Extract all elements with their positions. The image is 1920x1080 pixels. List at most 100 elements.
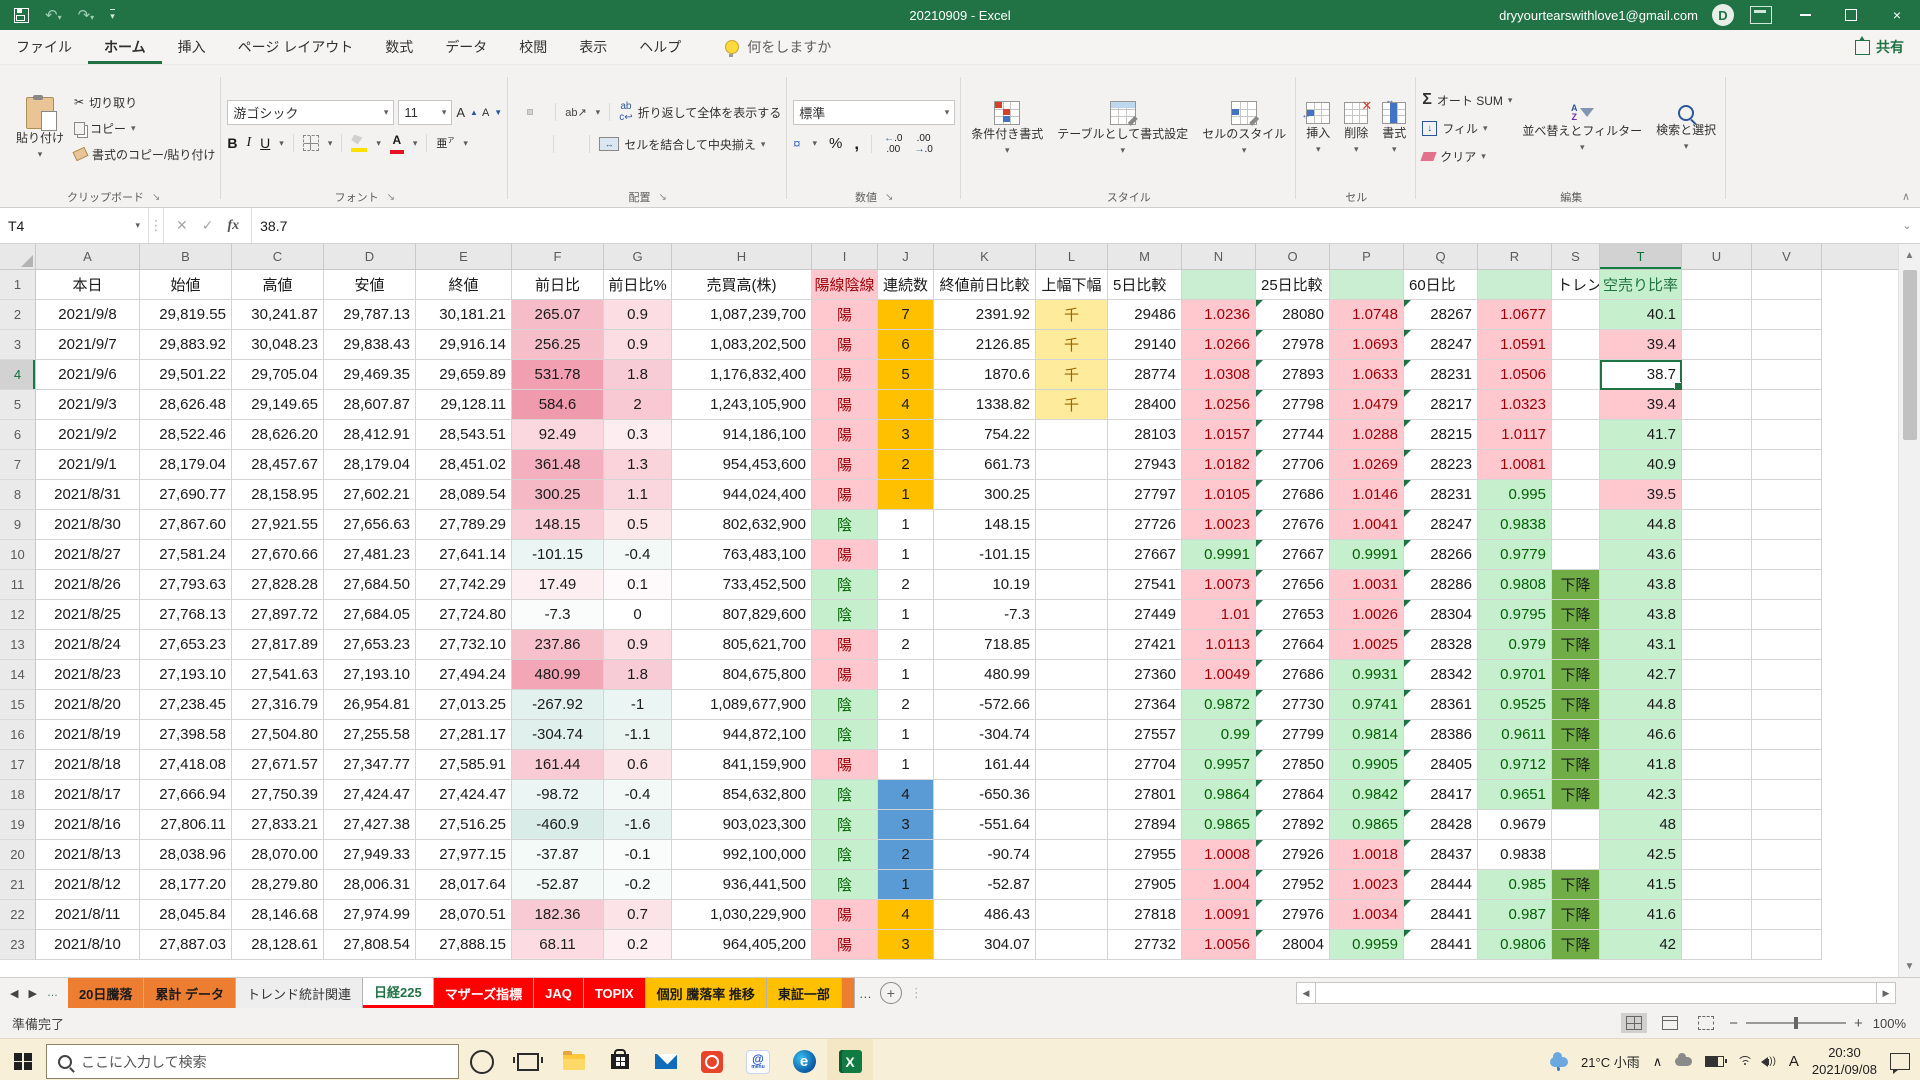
cell-M21[interactable]: 27905 xyxy=(1108,870,1182,900)
cell-E6[interactable]: 28,543.51 xyxy=(416,420,512,450)
cell-R9[interactable]: 0.9838 xyxy=(1478,510,1552,540)
tabbar-splitter[interactable]: ⋮ xyxy=(910,985,923,1001)
close-button[interactable]: × xyxy=(1874,0,1920,30)
row-header-17[interactable]: 17 xyxy=(0,750,36,780)
cell-S5[interactable] xyxy=(1552,390,1600,420)
cell-K13[interactable]: 718.85 xyxy=(934,630,1036,660)
cell-K20[interactable]: -90.74 xyxy=(934,840,1036,870)
cell-C10[interactable]: 27,670.66 xyxy=(232,540,324,570)
cell-J7[interactable]: 2 xyxy=(878,450,934,480)
cell-J5[interactable]: 4 xyxy=(878,390,934,420)
cell-P3[interactable]: 1.0693 xyxy=(1330,330,1404,360)
column-header-Q[interactable]: Q xyxy=(1404,244,1478,270)
find-select-button[interactable]: 検索と選択▾ xyxy=(1652,69,1720,187)
cell-G23[interactable]: 0.2 xyxy=(604,930,672,960)
cell-U17[interactable] xyxy=(1682,750,1752,780)
cell-P11[interactable]: 1.0031 xyxy=(1330,570,1404,600)
cell-V7[interactable] xyxy=(1752,450,1822,480)
cell-I2[interactable]: 陽 xyxy=(812,300,878,330)
cell-R11[interactable]: 0.9808 xyxy=(1478,570,1552,600)
cell-H11[interactable]: 733,452,500 xyxy=(672,570,812,600)
cell-J2[interactable]: 7 xyxy=(878,300,934,330)
cell-N12[interactable]: 1.01 xyxy=(1182,600,1256,630)
scroll-down-icon[interactable]: ▼ xyxy=(1899,955,1920,977)
cell-B2[interactable]: 29,819.55 xyxy=(140,300,232,330)
cell-R7[interactable]: 1.0081 xyxy=(1478,450,1552,480)
battery-icon[interactable] xyxy=(1705,1056,1724,1067)
cell-T8[interactable]: 39.5 xyxy=(1600,480,1682,510)
cell-D20[interactable]: 27,949.33 xyxy=(324,840,416,870)
cell-M2[interactable]: 29486 xyxy=(1108,300,1182,330)
cell-O5[interactable]: 27798 xyxy=(1256,390,1330,420)
cell-D10[interactable]: 27,481.23 xyxy=(324,540,416,570)
cell-N4[interactable]: 1.0308 xyxy=(1182,360,1256,390)
cell-B11[interactable]: 27,793.63 xyxy=(140,570,232,600)
cell-Q4[interactable]: 28231 xyxy=(1404,360,1478,390)
row-header-4[interactable]: 4 xyxy=(0,360,36,390)
cell-J1[interactable]: 連続数 xyxy=(878,270,934,300)
cell-C7[interactable]: 28,457.67 xyxy=(232,450,324,480)
cell-M13[interactable]: 27421 xyxy=(1108,630,1182,660)
cell-I8[interactable]: 陽 xyxy=(812,480,878,510)
cell-L15[interactable] xyxy=(1036,690,1108,720)
cell-U1[interactable] xyxy=(1682,270,1752,300)
cell-Q12[interactable]: 28304 xyxy=(1404,600,1478,630)
cell-K12[interactable]: -7.3 xyxy=(934,600,1036,630)
cell-F4[interactable]: 531.78 xyxy=(512,360,604,390)
cell-K11[interactable]: 10.19 xyxy=(934,570,1036,600)
cell-F8[interactable]: 300.25 xyxy=(512,480,604,510)
cell-Q9[interactable]: 28247 xyxy=(1404,510,1478,540)
cell-F12[interactable]: -7.3 xyxy=(512,600,604,630)
column-header-E[interactable]: E xyxy=(416,244,512,270)
cell-D22[interactable]: 27,974.99 xyxy=(324,900,416,930)
cell-T3[interactable]: 39.4 xyxy=(1600,330,1682,360)
column-header-F[interactable]: F xyxy=(512,244,604,270)
cell-F2[interactable]: 265.07 xyxy=(512,300,604,330)
cell-B1[interactable]: 始値 xyxy=(140,270,232,300)
cell-Q14[interactable]: 28342 xyxy=(1404,660,1478,690)
column-header-A[interactable]: A xyxy=(36,244,140,270)
cell-G5[interactable]: 2 xyxy=(604,390,672,420)
row-header-5[interactable]: 5 xyxy=(0,390,36,420)
cell-O23[interactable]: 28004 xyxy=(1256,930,1330,960)
cell-R15[interactable]: 0.9525 xyxy=(1478,690,1552,720)
cell-M12[interactable]: 27449 xyxy=(1108,600,1182,630)
row-header-2[interactable]: 2 xyxy=(0,300,36,330)
cell-E15[interactable]: 27,013.25 xyxy=(416,690,512,720)
cell-D17[interactable]: 27,347.77 xyxy=(324,750,416,780)
menu-tab-6[interactable]: 校閲 xyxy=(503,30,563,64)
cell-S15[interactable]: 下降 xyxy=(1552,690,1600,720)
cell-N8[interactable]: 1.0105 xyxy=(1182,480,1256,510)
cell-O15[interactable]: 27730 xyxy=(1256,690,1330,720)
cell-J22[interactable]: 4 xyxy=(878,900,934,930)
cell-F23[interactable]: 68.11 xyxy=(512,930,604,960)
fill-button[interactable]: ↓フィル▾ xyxy=(1422,116,1512,140)
clear-button[interactable]: クリア▾ xyxy=(1422,144,1512,168)
dialog-launcher-icon[interactable]: ↘ xyxy=(885,192,893,203)
cell-S21[interactable]: 下降 xyxy=(1552,870,1600,900)
sort-filter-button[interactable]: AZ 並べ替えとフィルター▾ xyxy=(1518,69,1646,187)
cell-V14[interactable] xyxy=(1752,660,1822,690)
cell-S11[interactable]: 下降 xyxy=(1552,570,1600,600)
row-header-9[interactable]: 9 xyxy=(0,510,36,540)
cell-A2[interactable]: 2021/9/8 xyxy=(36,300,140,330)
cell-V18[interactable] xyxy=(1752,780,1822,810)
cell-F17[interactable]: 161.44 xyxy=(512,750,604,780)
cell-U23[interactable] xyxy=(1682,930,1752,960)
cell-A12[interactable]: 2021/8/25 xyxy=(36,600,140,630)
cell-U6[interactable] xyxy=(1682,420,1752,450)
cell-K21[interactable]: -52.87 xyxy=(934,870,1036,900)
cell-B23[interactable]: 27,887.03 xyxy=(140,930,232,960)
cell-L3[interactable]: 千 xyxy=(1036,330,1108,360)
cell-B6[interactable]: 28,522.46 xyxy=(140,420,232,450)
cell-J17[interactable]: 1 xyxy=(878,750,934,780)
cell-D2[interactable]: 29,787.13 xyxy=(324,300,416,330)
cell-V22[interactable] xyxy=(1752,900,1822,930)
cell-F18[interactable]: -98.72 xyxy=(512,780,604,810)
maximize-button[interactable] xyxy=(1828,0,1874,30)
cell-O10[interactable]: 27667 xyxy=(1256,540,1330,570)
cell-A23[interactable]: 2021/8/10 xyxy=(36,930,140,960)
cell-I1[interactable]: 陽線陰線 xyxy=(812,270,878,300)
cell-D1[interactable]: 安値 xyxy=(324,270,416,300)
cell-O12[interactable]: 27653 xyxy=(1256,600,1330,630)
